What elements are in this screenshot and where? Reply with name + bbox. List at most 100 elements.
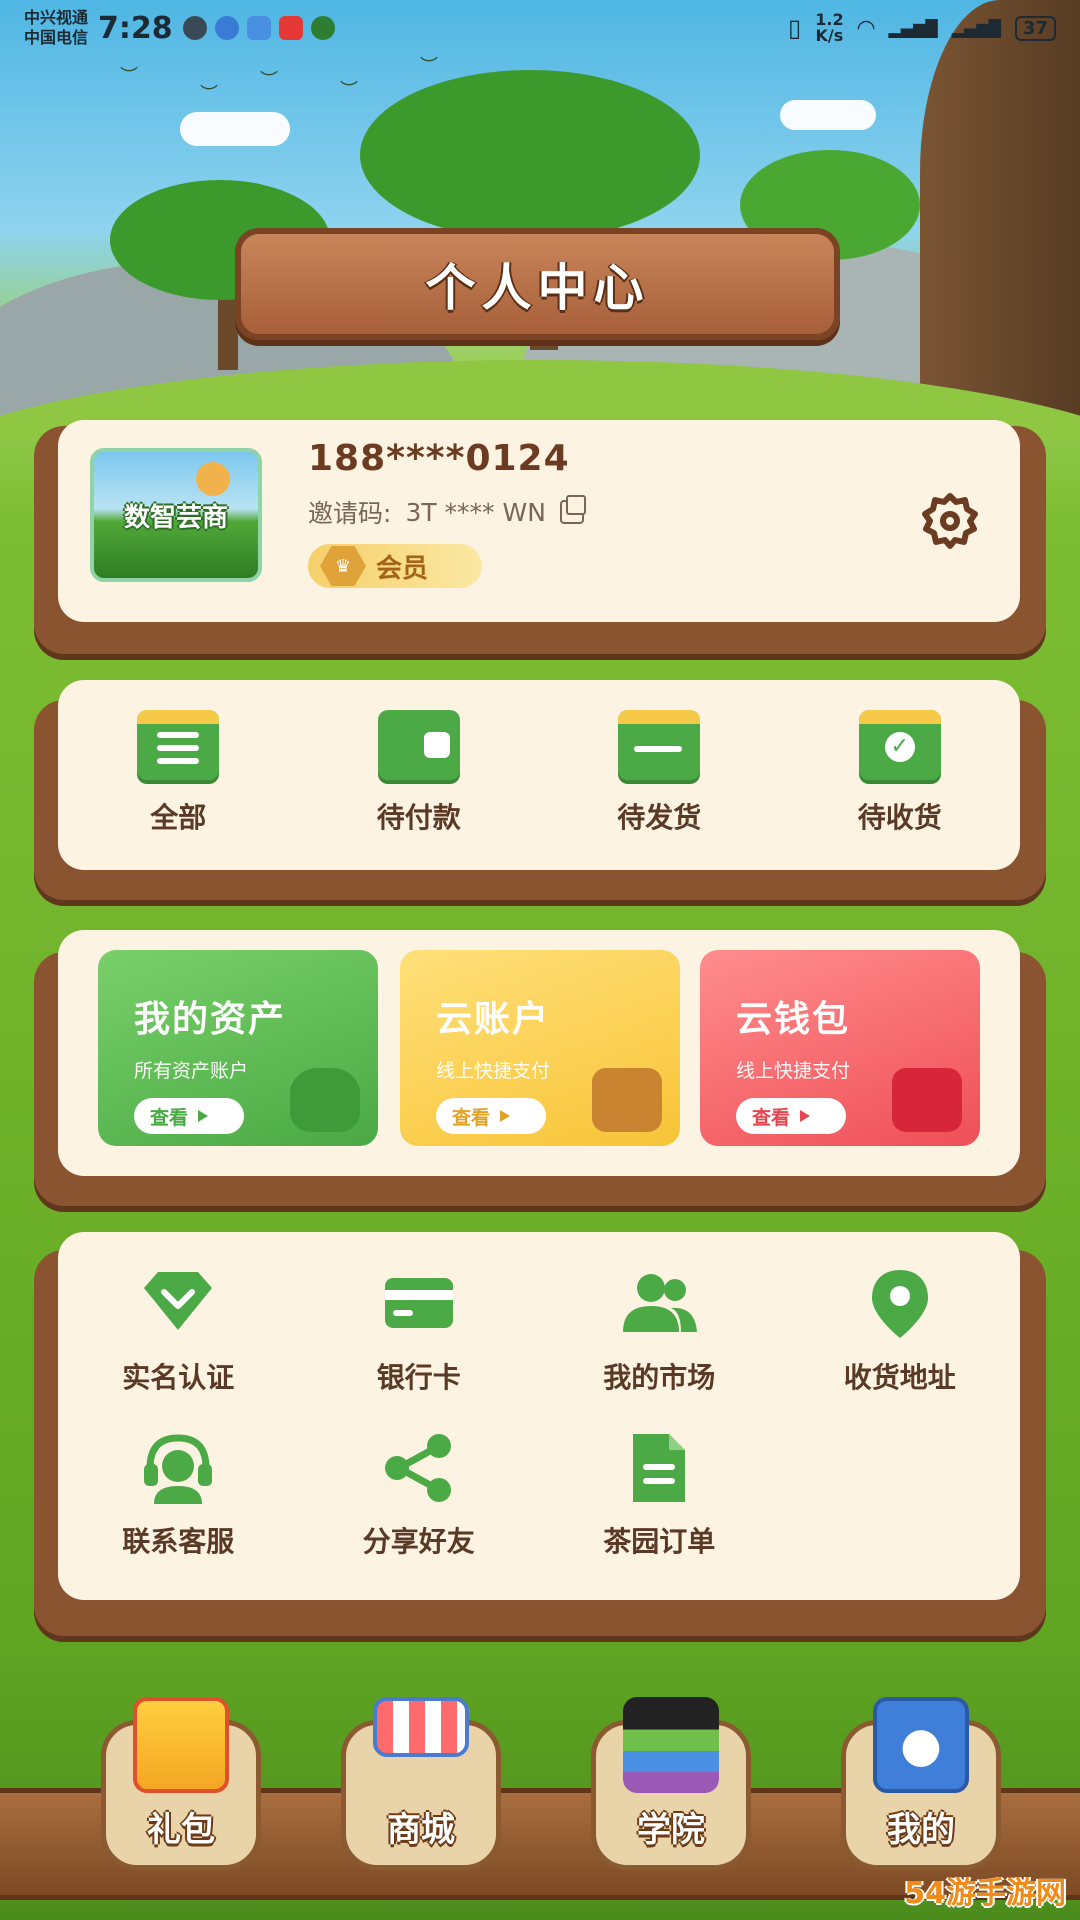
system-indicators: ▯ 1.2 K/s ◠ ▂▄▆█ ▂▄▆█ 37 <box>788 12 1056 44</box>
notification-icons <box>182 16 335 40</box>
avatar[interactable]: 数智芸商 <box>90 448 262 582</box>
watermark: 54游手游网 <box>904 1876 1066 1911</box>
order-all[interactable]: 全部 <box>58 710 299 836</box>
order-label: 待发货 <box>617 801 702 834</box>
services-row-2: 联系客服 分享好友 茶园订单 <box>58 1430 1020 1560</box>
member-label: 会员 <box>376 553 429 584</box>
service-real-name-auth[interactable]: 实名认证 <box>58 1266 299 1396</box>
nav-pad: ● 我的 <box>841 1697 1001 1870</box>
play-arrow-icon <box>198 1110 209 1122</box>
shop-icon <box>373 1697 469 1757</box>
red-wallet-icon <box>892 1068 962 1132</box>
order-label: 待收货 <box>857 801 942 834</box>
vibrate-icon: ▯ <box>788 14 802 42</box>
service-label: 分享好友 <box>362 1525 475 1558</box>
clock: 7:28 <box>98 10 173 46</box>
asset-title: 云钱包 <box>736 999 851 1040</box>
service-label: 茶园订单 <box>603 1525 716 1558</box>
net-speed: 1.2 K/s <box>815 10 844 45</box>
search-icon <box>246 16 271 40</box>
nav-academy[interactable]: 学院 <box>586 1697 756 1890</box>
clipboard-icon <box>137 710 220 780</box>
verified-shield-icon <box>144 1272 213 1330</box>
carrier-2: 中国电信 <box>24 28 89 47</box>
order-label: 全部 <box>150 801 207 834</box>
service-empty-slot <box>780 1430 1021 1560</box>
share-icon <box>384 1434 451 1502</box>
view-button[interactable]: 查看 <box>736 1098 846 1134</box>
asset-card-my-assets[interactable]: 我的资产 所有资产账户 查看 <box>98 950 378 1146</box>
user-profile-icon: ● <box>873 1697 969 1793</box>
invite-label: 邀请码: <box>308 499 392 528</box>
view-button[interactable]: 查看 <box>436 1098 546 1134</box>
document-icon <box>633 1434 686 1502</box>
page-title-sign: 个人中心 <box>235 228 840 340</box>
order-label: 待付款 <box>376 801 461 834</box>
headset-icon <box>144 1434 213 1504</box>
service-bank-card[interactable]: 银行卡 <box>299 1266 540 1396</box>
avatar-text: 数智芸商 <box>123 502 228 533</box>
carrier-1: 中兴视通 <box>24 8 89 27</box>
money-bag-icon <box>290 1068 360 1132</box>
shield-icon <box>182 16 207 40</box>
wifi-icon: ◠ <box>857 15 875 41</box>
signal-icon-2: ▂▄▆█ <box>951 18 1001 38</box>
carrier-info: 中兴视通 中国电信 <box>24 8 88 48</box>
app-icon <box>214 16 239 40</box>
service-tea-garden-orders[interactable]: 茶园订单 <box>539 1430 780 1560</box>
invite-code: 3T **** WN <box>405 497 546 527</box>
asset-card-cloud-account[interactable]: 云账户 线上快捷支付 查看 <box>400 950 680 1146</box>
copy-icon[interactable] <box>559 495 586 524</box>
shipping-box-icon <box>618 710 701 780</box>
nav-pad: 礼包 <box>101 1697 261 1870</box>
crown-icon: ♛ <box>320 546 366 586</box>
order-pending-receipt[interactable]: ✓ 待收货 <box>780 710 1021 836</box>
nav-label: 礼包 <box>147 1810 215 1850</box>
service-label: 收货地址 <box>843 1361 956 1394</box>
nav-label: 学院 <box>637 1810 705 1850</box>
asset-title: 我的资产 <box>134 999 287 1040</box>
gift-icon <box>133 1697 229 1793</box>
nav-pad: 学院 <box>591 1697 751 1870</box>
nav-mine[interactable]: ● 我的 <box>836 1697 1006 1890</box>
asset-title: 云账户 <box>436 999 551 1040</box>
orders-row: 全部 待付款 待发货 ✓ 待收货 <box>58 710 1020 836</box>
service-label: 我的市场 <box>603 1361 716 1394</box>
order-pending-payment[interactable]: 待付款 <box>299 710 540 836</box>
nav-gift[interactable]: 礼包 <box>96 1697 266 1890</box>
play-arrow-icon <box>500 1110 511 1122</box>
user-phone: 188****0124 <box>308 438 570 479</box>
receive-box-icon: ✓ <box>858 710 941 780</box>
graduation-cap-icon <box>623 1697 719 1793</box>
service-label: 银行卡 <box>376 1361 461 1394</box>
invite-code-row: 邀请码: 3T **** WN <box>308 494 586 530</box>
nav-label: 我的 <box>887 1810 955 1850</box>
order-pending-shipment[interactable]: 待发货 <box>539 710 780 836</box>
asset-card-cloud-wallet[interactable]: 云钱包 线上快捷支付 查看 <box>700 950 980 1146</box>
app-badge-icon <box>278 16 303 40</box>
service-label: 联系客服 <box>122 1525 235 1558</box>
member-badge: ♛ 会员 <box>308 544 482 588</box>
page-title: 个人中心 <box>425 259 650 317</box>
play-arrow-icon <box>800 1110 811 1122</box>
bank-card-icon <box>384 1278 453 1328</box>
battery-indicator: 37 <box>1014 15 1056 41</box>
view-button[interactable]: 查看 <box>134 1098 244 1134</box>
chat-icon <box>310 16 335 40</box>
service-label: 实名认证 <box>122 1361 235 1394</box>
signal-icon: ▂▄▆█ <box>888 18 938 38</box>
service-customer-support[interactable]: 联系客服 <box>58 1430 299 1560</box>
service-shipping-address[interactable]: 收货地址 <box>780 1266 1021 1396</box>
nav-label: 商城 <box>387 1810 455 1850</box>
wallet-icon <box>377 710 460 780</box>
location-pin-icon <box>871 1270 928 1338</box>
service-my-market[interactable]: 我的市场 <box>539 1266 780 1396</box>
settings-gear-icon[interactable] <box>920 490 980 550</box>
background-scenery: ︶ ︶ ︶ ︶ ︶ <box>0 0 1080 440</box>
services-row-1: 实名认证 银行卡 我的市场 收货地址 <box>58 1266 1020 1396</box>
nav-pad: 商城 <box>341 1697 501 1870</box>
people-icon <box>623 1274 698 1332</box>
wallet-icon <box>592 1068 662 1132</box>
service-share-friends[interactable]: 分享好友 <box>299 1430 540 1560</box>
nav-shop[interactable]: 商城 <box>336 1697 506 1890</box>
